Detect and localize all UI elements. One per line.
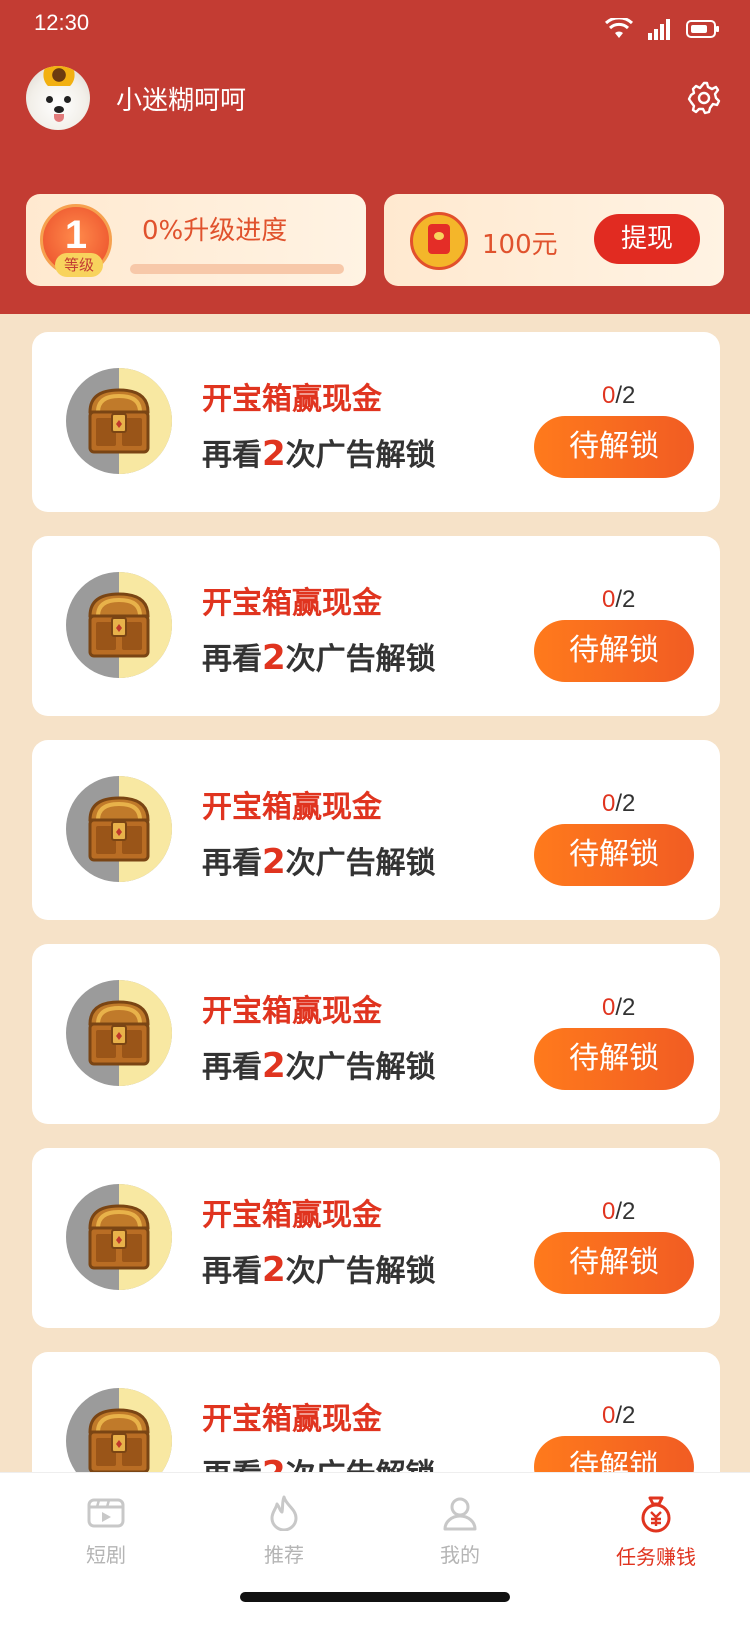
unlock-button[interactable]: 待解锁 — [534, 620, 694, 682]
task-count: 2 — [262, 638, 286, 678]
treasure-chest-icon — [66, 776, 172, 882]
tab-bar: 短剧 推荐 我的 任务赚钱 — [0, 1472, 750, 1625]
tab-label: 推荐 — [264, 1543, 304, 1567]
task-count: 2 — [262, 1454, 286, 1472]
tab-recommend[interactable]: 推荐 — [214, 1495, 354, 1568]
tab-short-drama[interactable]: 短剧 — [36, 1495, 176, 1568]
task-description: 再看2次广告解锁 — [202, 638, 436, 678]
task-title: 开宝箱赢现金 — [202, 790, 382, 825]
header: 12:30 小迷糊呵呵 1 等级 0%升级进度 100元 提现 — [0, 0, 750, 314]
unlock-button[interactable]: 待解锁 — [534, 824, 694, 886]
status-time: 12:30 — [34, 10, 90, 35]
task-progress: 0/2 — [602, 382, 636, 409]
treasure-chest-icon — [66, 1184, 172, 1290]
task-title: 开宝箱赢现金 — [202, 586, 382, 621]
avatar[interactable] — [26, 66, 90, 130]
task-title: 开宝箱赢现金 — [202, 382, 382, 417]
treasure-chest-icon — [66, 980, 172, 1086]
treasure-chest-icon — [66, 572, 172, 678]
task-title: 开宝箱赢现金 — [202, 994, 382, 1029]
task-card: 开宝箱赢现金 再看2次广告解锁 0/2 待解锁 — [32, 332, 720, 512]
level-tag: 等级 — [55, 253, 103, 277]
unlock-button[interactable]: 待解锁 — [534, 1028, 694, 1090]
avatar-eye — [46, 96, 53, 103]
task-card: 开宝箱赢现金 再看2次广告解锁 0/2 待解锁 — [32, 740, 720, 920]
sunflower-decoration — [40, 66, 78, 86]
task-count: 2 — [262, 434, 286, 474]
user-icon — [443, 1497, 477, 1531]
red-envelope-icon — [410, 212, 468, 270]
task-description: 再看2次广告解锁 — [202, 1450, 436, 1472]
task-description: 再看2次广告解锁 — [202, 842, 436, 882]
treasure-chest-icon — [66, 1388, 172, 1472]
task-progress: 0/2 — [602, 1402, 636, 1429]
task-card: 开宝箱赢现金 再看2次广告解锁 0/2 待解锁 — [32, 1148, 720, 1328]
task-count: 2 — [262, 1046, 286, 1086]
status-bar: 12:30 — [0, 0, 750, 50]
withdraw-button[interactable]: 提现 — [594, 214, 700, 264]
tab-label: 我的 — [440, 1543, 480, 1567]
avatar-tongue — [54, 114, 64, 122]
task-title: 开宝箱赢现金 — [202, 1402, 382, 1437]
tab-label: 短剧 — [86, 1543, 126, 1567]
task-title: 开宝箱赢现金 — [202, 1198, 382, 1233]
unlock-button[interactable]: 待解锁 — [534, 416, 694, 478]
task-count: 2 — [262, 1250, 286, 1290]
task-description: 再看2次广告解锁 — [202, 434, 436, 474]
level-number: 1 — [64, 213, 88, 257]
battery-icon — [686, 20, 719, 38]
treasure-chest-icon — [66, 368, 172, 474]
task-card: 开宝箱赢现金 再看2次广告解锁 0/2 待解锁 — [32, 1352, 720, 1472]
task-progress: 0/2 — [602, 586, 636, 613]
signal-icon — [648, 19, 670, 40]
level-card[interactable]: 1 等级 0%升级进度 — [26, 194, 366, 286]
tab-earn-money[interactable]: 任务赚钱 — [586, 1495, 726, 1570]
unlock-button[interactable]: 待解锁 — [534, 1232, 694, 1294]
video-icon — [87, 1498, 125, 1528]
task-progress: 0/2 — [602, 790, 636, 817]
level-progress-bar — [130, 264, 344, 274]
level-badge: 1 等级 — [40, 204, 112, 277]
gear-icon[interactable] — [686, 80, 722, 116]
tab-label: 任务赚钱 — [616, 1545, 696, 1569]
task-progress: 0/2 — [602, 1198, 636, 1225]
avatar-eye — [64, 96, 71, 103]
tab-mine[interactable]: 我的 — [390, 1495, 530, 1568]
task-progress: 0/2 — [602, 994, 636, 1021]
avatar-nose — [54, 106, 64, 113]
wallet-amount: 100元 — [482, 230, 558, 260]
money-bag-icon — [641, 1496, 671, 1533]
task-card: 开宝箱赢现金 再看2次广告解锁 0/2 待解锁 — [32, 536, 720, 716]
task-list: 开宝箱赢现金 再看2次广告解锁 0/2 待解锁 开宝箱赢现金 再看2次广告解锁 … — [32, 332, 720, 1472]
home-indicator — [240, 1592, 510, 1602]
task-card: 开宝箱赢现金 再看2次广告解锁 0/2 待解锁 — [32, 944, 720, 1124]
task-description: 再看2次广告解锁 — [202, 1046, 436, 1086]
flame-icon — [270, 1495, 298, 1531]
task-description: 再看2次广告解锁 — [202, 1250, 436, 1290]
wallet-card: 100元 提现 — [384, 194, 724, 286]
username: 小迷糊呵呵 — [116, 86, 247, 116]
level-progress-text: 0%升级进度 — [142, 216, 288, 246]
wifi-icon — [604, 18, 634, 38]
unlock-button[interactable]: 待解锁 — [534, 1436, 694, 1472]
task-count: 2 — [262, 842, 286, 882]
status-icons — [604, 18, 720, 40]
